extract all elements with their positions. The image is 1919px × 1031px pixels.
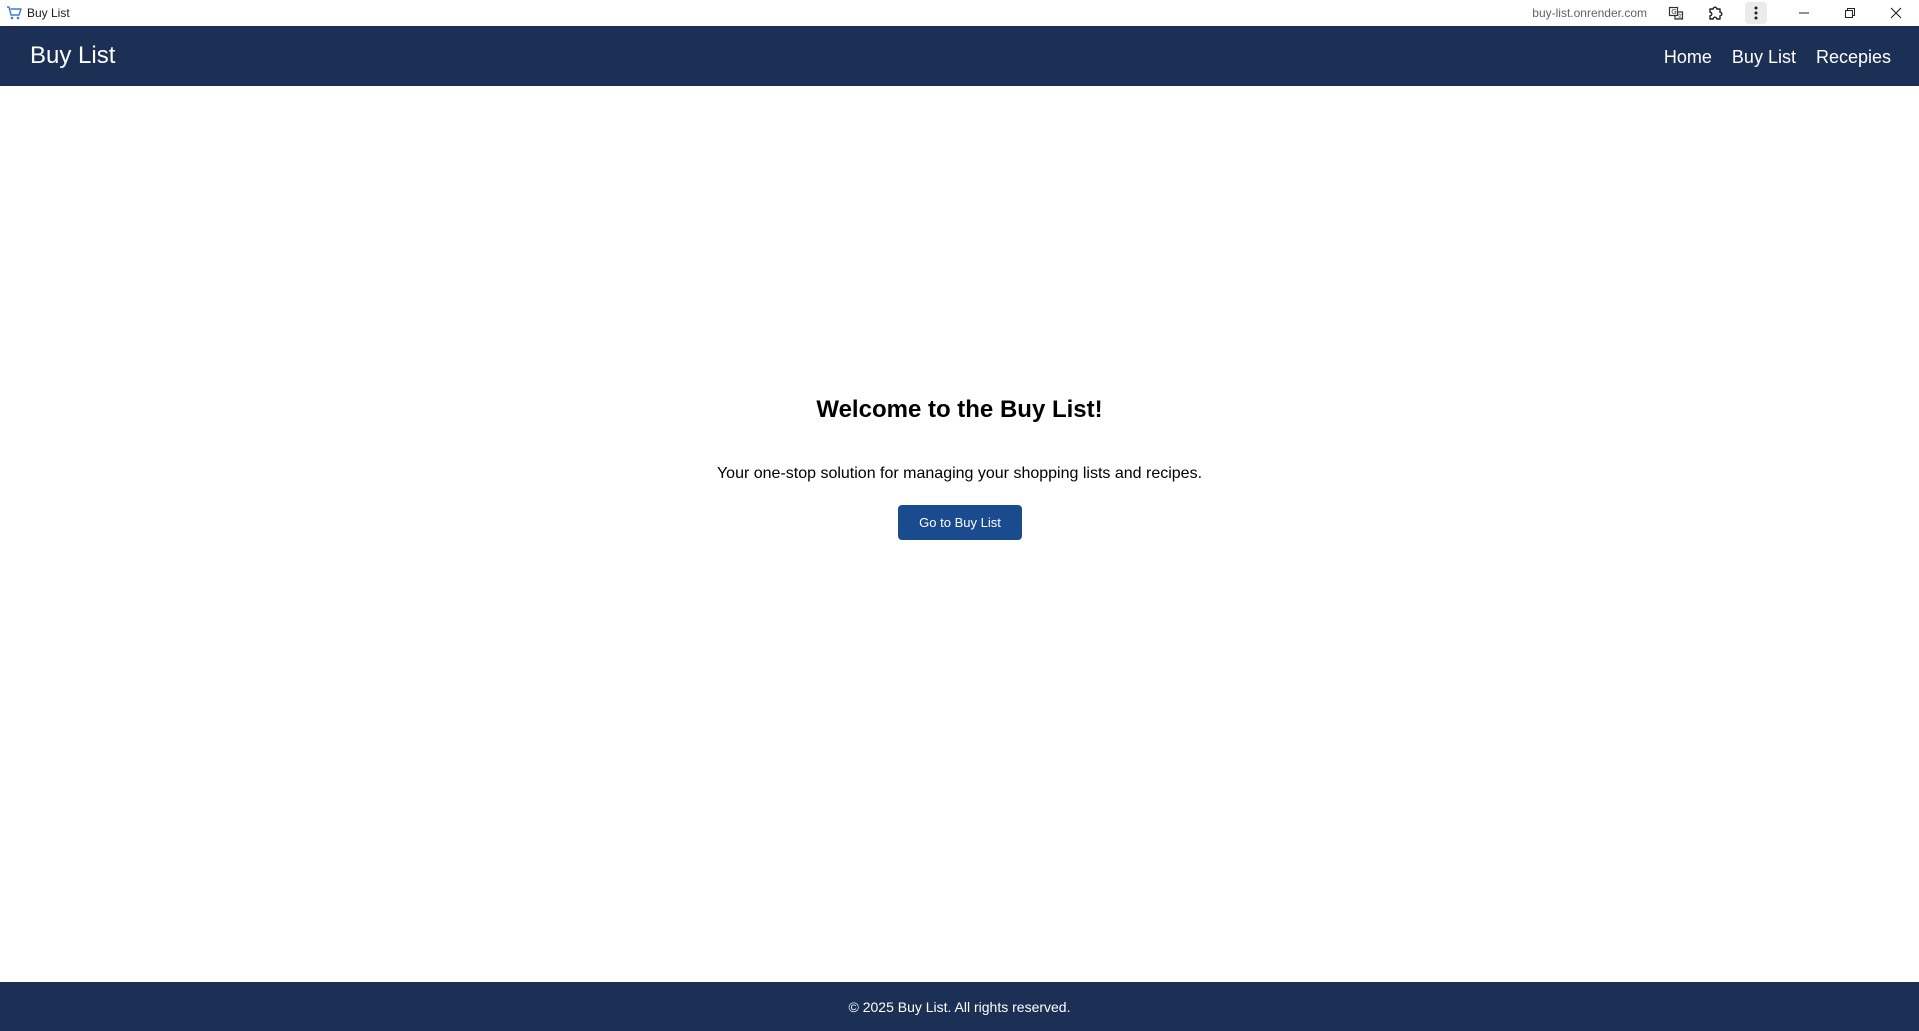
main-nav: Home Buy List Recepies [1664,46,1891,68]
window-titlebar: Buy List buy-list.onrender.com G 文 [0,0,1919,26]
translate-icon[interactable]: G 文 [1664,0,1688,26]
nav-buy-list-link[interactable]: Buy List [1732,46,1796,68]
minimize-icon[interactable] [1786,0,1822,26]
nav-recepies-link[interactable]: Recepies [1816,46,1891,68]
site-header: Buy List Home Buy List Recepies [0,26,1919,86]
brand-logo[interactable]: Buy List [30,42,115,70]
copyright-text: © 2025 Buy List. All rights reserved. [848,999,1071,1015]
more-vert-icon[interactable] [1744,0,1768,26]
svg-text:文: 文 [1677,13,1682,20]
window-title: Buy List [27,6,70,20]
url-display: buy-list.onrender.com [1532,6,1647,20]
puzzle-icon[interactable] [1704,0,1728,26]
close-icon[interactable] [1878,0,1914,26]
nav-home-link[interactable]: Home [1664,46,1712,68]
site-footer: © 2025 Buy List. All rights reserved. [0,982,1919,1031]
svg-text:G: G [1671,8,1676,16]
page-title: Welcome to the Buy List! [816,396,1103,423]
restore-icon[interactable] [1832,0,1868,26]
page-subtitle: Your one-stop solution for managing your… [716,465,1203,482]
main-content: Welcome to the Buy List! Your one-stop s… [0,86,1919,982]
go-to-buy-list-button[interactable]: Go to Buy List [898,505,1022,540]
shopping-cart-icon [6,5,22,21]
